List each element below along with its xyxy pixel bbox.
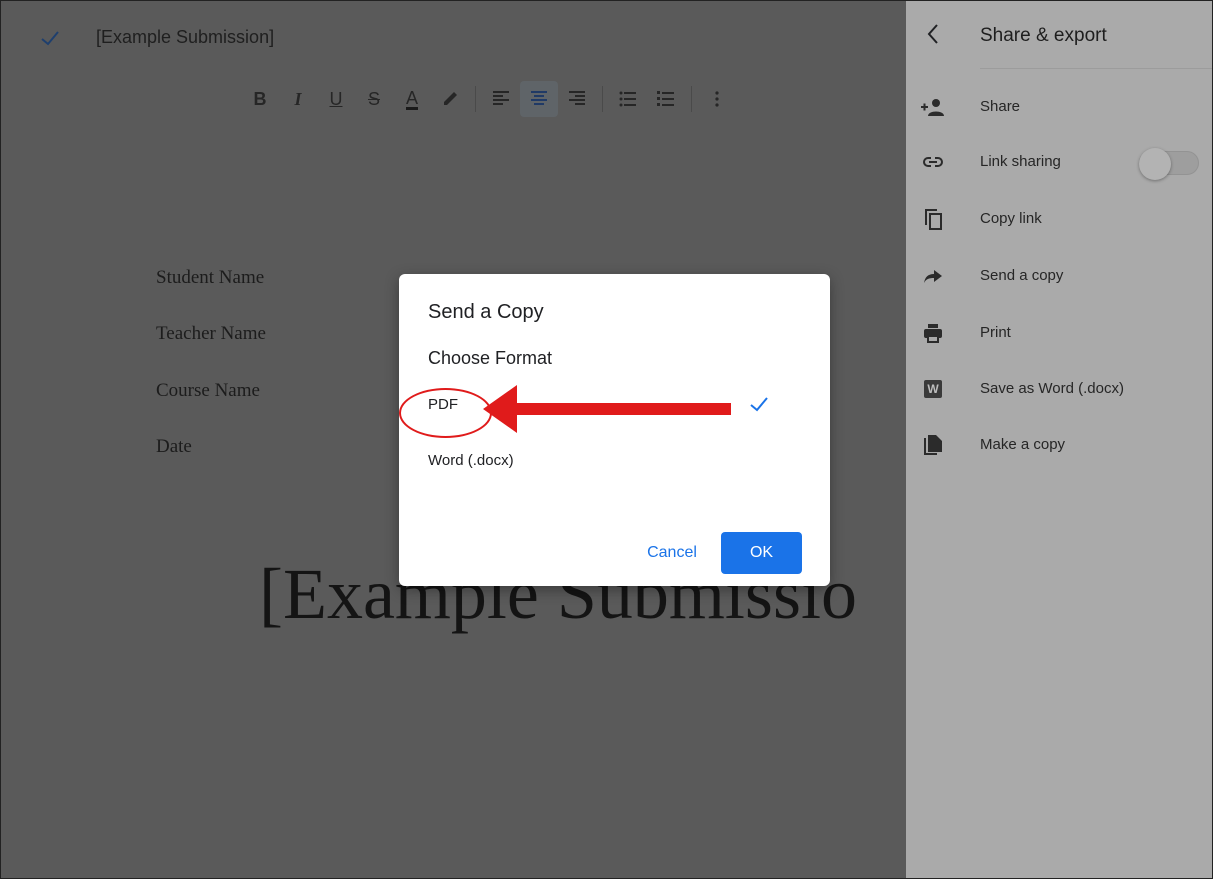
- file-copy-icon: [924, 435, 942, 455]
- format-toolbar: B I U S A: [241, 79, 736, 119]
- more-options-button[interactable]: [698, 81, 736, 117]
- align-left-button[interactable]: [482, 81, 520, 117]
- annotation-arrow-icon: [483, 385, 731, 433]
- app-window: [Example Submission] B I U S A Student N…: [0, 0, 1213, 879]
- ok-button[interactable]: OK: [721, 532, 802, 574]
- align-center-button[interactable]: [520, 81, 558, 117]
- link-icon: [923, 157, 943, 167]
- panel-title: Share & export: [980, 25, 1107, 46]
- toolbar-divider: [602, 86, 603, 112]
- teacher-name-text: Teacher Name: [156, 323, 266, 344]
- word-icon: W: [924, 380, 942, 398]
- align-right-icon: [569, 91, 585, 105]
- underline-button[interactable]: U: [317, 81, 355, 117]
- copy-link-label: Copy link: [980, 210, 1042, 227]
- bold-label: B: [253, 88, 267, 109]
- strikethrough-label: S: [367, 88, 380, 109]
- toolbar-divider: [691, 86, 692, 112]
- print-label: Print: [980, 324, 1011, 341]
- document-title: [Example Submission]: [96, 27, 275, 47]
- underline-label: U: [329, 88, 343, 109]
- text-color-button[interactable]: A: [393, 81, 431, 117]
- link-sharing-label: Link sharing: [980, 153, 1061, 170]
- numbered-list-icon: [657, 91, 674, 106]
- copy-link-item[interactable]: Copy link: [906, 199, 1212, 239]
- course-name-text: Course Name: [156, 380, 260, 401]
- done-check-icon[interactable]: [39, 27, 61, 49]
- toolbar-divider: [475, 86, 476, 112]
- share-export-panel: Share & export Share Link sharing Copy l…: [906, 1, 1212, 878]
- more-vert-icon: [715, 91, 719, 107]
- strikethrough-button[interactable]: S: [355, 81, 393, 117]
- highlighter-icon: [444, 92, 457, 105]
- save-as-word-item[interactable]: W Save as Word (.docx): [906, 369, 1212, 409]
- bulleted-list-icon: [619, 91, 636, 107]
- italic-button[interactable]: I: [279, 81, 317, 117]
- link-sharing-item[interactable]: Link sharing: [906, 142, 1212, 182]
- date-text: Date: [156, 436, 192, 457]
- italic-label: I: [294, 88, 302, 109]
- numbered-list-button[interactable]: [647, 81, 685, 117]
- annotation-circle: [399, 388, 492, 438]
- send-copy-label: Send a copy: [980, 267, 1064, 284]
- send-arrow-icon: [924, 270, 942, 283]
- add-person-icon: [921, 99, 944, 116]
- back-chevron-icon[interactable]: [920, 19, 948, 49]
- link-sharing-toggle[interactable]: [1139, 148, 1199, 180]
- toggle-knob: [1139, 148, 1171, 180]
- word-icon-letter: W: [927, 382, 939, 396]
- bold-button[interactable]: B: [241, 81, 279, 117]
- copy-icon: [925, 209, 942, 230]
- make-copy-label: Make a copy: [980, 436, 1066, 453]
- bulleted-list-button[interactable]: [609, 81, 647, 117]
- format-option-word[interactable]: Word (.docx): [399, 446, 830, 476]
- send-copy-item[interactable]: Send a copy: [906, 256, 1212, 296]
- save-as-word-label: Save as Word (.docx): [980, 380, 1124, 397]
- panel-divider: [980, 68, 1212, 69]
- dialog-subtitle: Choose Format: [428, 348, 553, 368]
- align-left-icon: [493, 91, 509, 105]
- text-color-label: A: [405, 87, 418, 110]
- cancel-button[interactable]: Cancel: [637, 532, 707, 574]
- share-item[interactable]: Share: [906, 87, 1212, 127]
- word-option-label: Word (.docx): [428, 452, 514, 469]
- selected-check-icon: [750, 397, 768, 412]
- align-center-icon: [531, 91, 547, 105]
- align-right-button[interactable]: [558, 81, 596, 117]
- dialog-title: Send a Copy: [428, 301, 544, 323]
- printer-icon: [924, 324, 942, 343]
- student-name-text: Student Name: [156, 267, 265, 288]
- make-copy-item[interactable]: Make a copy: [906, 425, 1212, 465]
- share-label: Share: [980, 98, 1021, 115]
- print-item[interactable]: Print: [906, 313, 1212, 353]
- highlight-button[interactable]: [431, 81, 469, 117]
